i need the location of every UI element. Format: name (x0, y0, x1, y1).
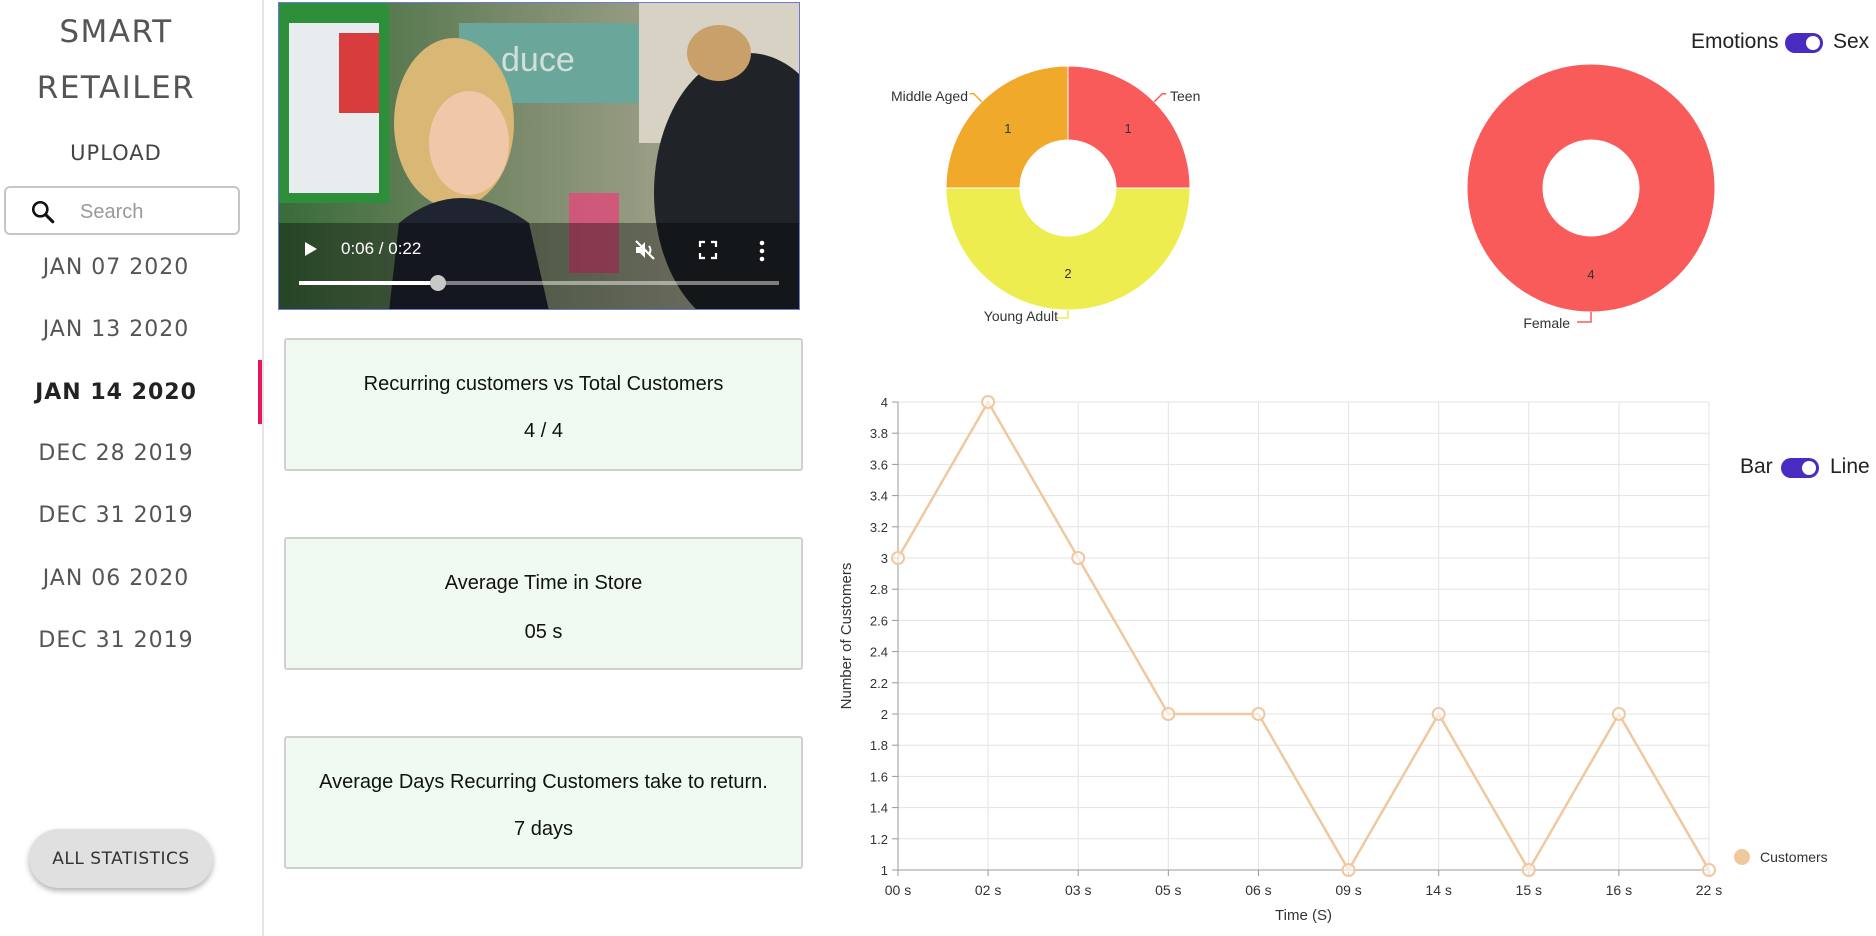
x-tick-label: 06 s (1245, 882, 1271, 898)
data-point (981, 395, 996, 409)
x-tick-label: 15 s (1516, 882, 1542, 898)
pie-category-label: Middle Aged (891, 88, 968, 104)
pie-category-label: Female (1523, 315, 1570, 331)
charts-layer: 1 Teen 2 Young Adult 1 Middle Aged 4 Female 1 1.2… (838, 63, 1828, 924)
pie-value-label: 4 (1587, 267, 1594, 282)
pie-slice (945, 187, 1191, 311)
y-tick-label: 3.4 (870, 489, 888, 504)
y-axis-label: Number of Customers (838, 563, 855, 710)
y-tick-label: 1.4 (870, 801, 888, 816)
data-point (1161, 707, 1176, 721)
y-tick-label: 3 (881, 551, 888, 566)
y-tick-label: 2.6 (870, 613, 888, 628)
data-point (1611, 707, 1626, 721)
pie-leader-line (1153, 92, 1167, 103)
y-tick-label: 2 (881, 707, 888, 722)
x-tick-label: 16 s (1606, 882, 1632, 898)
x-tick-label: 22 s (1696, 882, 1722, 898)
y-tick-label: 3.6 (870, 457, 888, 472)
data-point (1521, 863, 1536, 877)
data-point (891, 551, 905, 565)
x-tick-label: 02 s (975, 882, 1001, 898)
x-tick-label: 14 s (1425, 882, 1451, 898)
legend-label: Customers (1760, 849, 1828, 865)
data-point (1431, 707, 1446, 721)
pie-leader-line (1577, 312, 1592, 323)
pie-leader-line (969, 92, 983, 103)
y-tick-label: 3.2 (870, 520, 888, 535)
data-point (1251, 707, 1266, 721)
x-tick-label: 03 s (1065, 882, 1091, 898)
y-tick-label: 1 (881, 863, 888, 878)
y-tick-label: 2.2 (870, 676, 888, 691)
pie-value-label: 1 (1124, 121, 1131, 136)
pie-value-label: 2 (1064, 266, 1071, 281)
x-tick-label: 09 s (1335, 882, 1361, 898)
pie-category-label: Teen (1170, 88, 1200, 104)
x-axis-label: Time (S) (1275, 907, 1332, 924)
x-tick-label: 05 s (1155, 882, 1181, 898)
y-tick-label: 1.6 (870, 769, 888, 784)
y-tick-label: 4 (881, 395, 888, 410)
y-tick-label: 2.4 (870, 645, 888, 660)
y-tick-label: 1.8 (870, 738, 888, 753)
pie-category-label: Young Adult (984, 308, 1058, 324)
series-line (896, 399, 1711, 873)
y-tick-label: 2.8 (870, 582, 888, 597)
data-point (1071, 551, 1086, 565)
data-point (1341, 863, 1356, 877)
x-tick-label: 00 s (885, 882, 911, 898)
legend-swatch (1734, 849, 1750, 865)
pie-value-label: 1 (1004, 121, 1011, 136)
y-tick-label: 3.8 (870, 426, 888, 441)
y-tick-label: 1.2 (870, 832, 888, 847)
data-point (1702, 863, 1716, 877)
